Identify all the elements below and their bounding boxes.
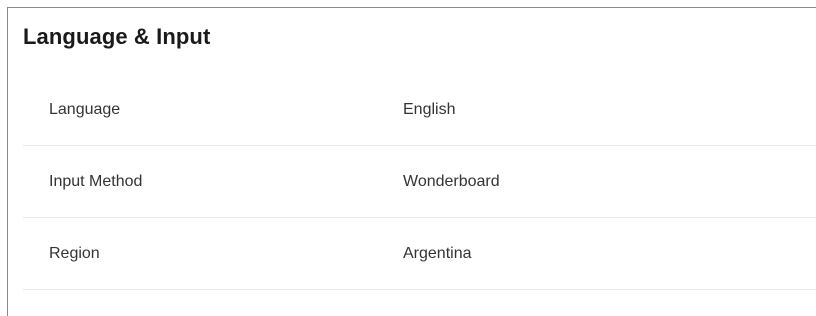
setting-row-region[interactable]: Region Argentina [23, 218, 816, 290]
section-title: Language & Input [23, 24, 211, 49]
settings-list: Language English Input Method Wonderboar… [23, 74, 816, 290]
language-input-panel: Language & Input Language English Input … [7, 7, 816, 316]
setting-value-input-method: Wonderboard [403, 173, 500, 190]
setting-row-input-method[interactable]: Input Method Wonderboard [23, 146, 816, 218]
setting-value-region: Argentina [403, 245, 472, 262]
setting-label-input-method: Input Method [49, 173, 143, 190]
setting-value-language: English [403, 101, 456, 118]
setting-row-language[interactable]: Language English [23, 74, 816, 146]
setting-label-region: Region [49, 245, 100, 262]
setting-label-language: Language [49, 101, 121, 118]
